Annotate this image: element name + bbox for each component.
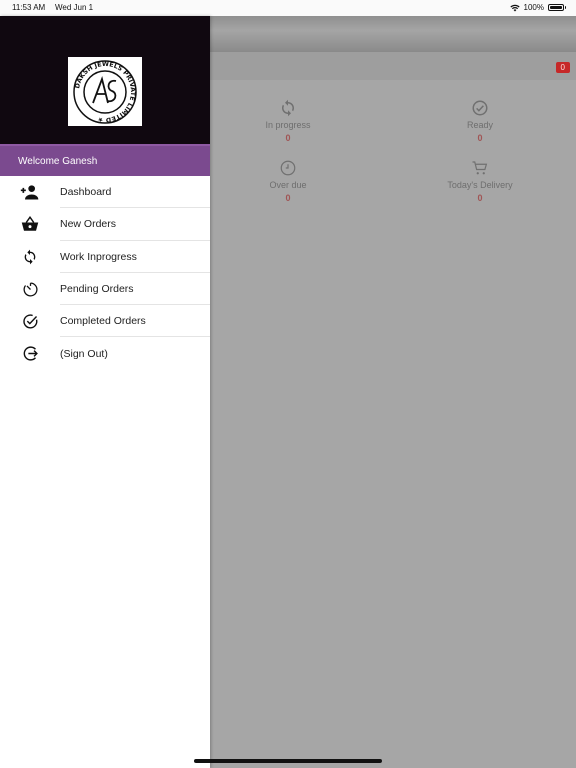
clock-icon [280, 160, 296, 176]
check-circle-icon [22, 314, 37, 329]
tile-label: Ready [466, 120, 493, 130]
tile-ready[interactable]: Ready 0 [420, 95, 540, 143]
battery-percent: 100% [523, 3, 544, 12]
cart-badge[interactable]: 0 [555, 62, 570, 73]
tile-count: 0 [285, 193, 291, 203]
menu-item-new-orders[interactable]: New Orders [0, 208, 210, 241]
menu-item-label: Dashboard [60, 186, 112, 199]
tile-label: Over due [269, 180, 307, 190]
timer-icon [23, 282, 38, 297]
logo-seal-icon: DAKSH JEWELS PRIVATE LIMITED ★ [73, 59, 137, 123]
tile-label: Today's Delivery [447, 180, 513, 190]
battery-icon [548, 4, 566, 11]
home-indicator[interactable] [194, 759, 382, 763]
check-circle-icon [472, 100, 488, 116]
person-add-icon [20, 185, 39, 200]
tile-over-due[interactable]: Over due 0 [228, 155, 348, 203]
status-time: 11:53 AM [12, 3, 46, 12]
wifi-icon [509, 4, 520, 11]
app-toolbar: 0 [210, 52, 576, 80]
tile-in-progress[interactable]: In progress 0 [228, 95, 348, 143]
basket-icon [21, 216, 39, 232]
tile-label: In progress [265, 120, 311, 130]
menu-item-label: New Orders [60, 218, 117, 231]
menu-item-label: (Sign Out) [60, 347, 108, 360]
sync-icon [24, 249, 36, 265]
menu-item-pending-orders[interactable]: Pending Orders [0, 273, 210, 306]
menu-item-dashboard[interactable]: Dashboard [0, 176, 210, 209]
logout-icon [23, 346, 38, 361]
tile-count: 0 [285, 133, 291, 143]
menu-item-label: Work Inprogress [60, 250, 137, 263]
tile-count: 0 [477, 193, 483, 203]
company-logo: DAKSH JEWELS PRIVATE LIMITED ★ [68, 57, 142, 126]
status-bar: 11:53 AM Wed Jun 1 100% [0, 0, 576, 16]
menu-item-label: Pending Orders [60, 283, 134, 296]
navigation-drawer: DAKSH JEWELS PRIVATE LIMITED ★ Welcome G… [0, 16, 210, 768]
drawer-header: DAKSH JEWELS PRIVATE LIMITED ★ [0, 16, 210, 144]
menu-item-sign-out[interactable]: (Sign Out) [0, 337, 210, 369]
status-right: 100% [509, 3, 566, 12]
welcome-banner: Welcome Ganesh [0, 144, 210, 176]
menu-item-label: Completed Orders [60, 315, 146, 328]
app-header [210, 16, 576, 52]
tile-count: 0 [477, 133, 483, 143]
menu-item-work-inprogress[interactable]: Work Inprogress [0, 241, 210, 273]
tile-todays-delivery[interactable]: Today's Delivery 0 [420, 155, 540, 203]
cart-icon [472, 161, 488, 175]
sync-icon [282, 99, 294, 117]
menu-item-completed-orders[interactable]: Completed Orders [0, 305, 210, 338]
status-date: Wed Jun 1 [55, 3, 94, 12]
